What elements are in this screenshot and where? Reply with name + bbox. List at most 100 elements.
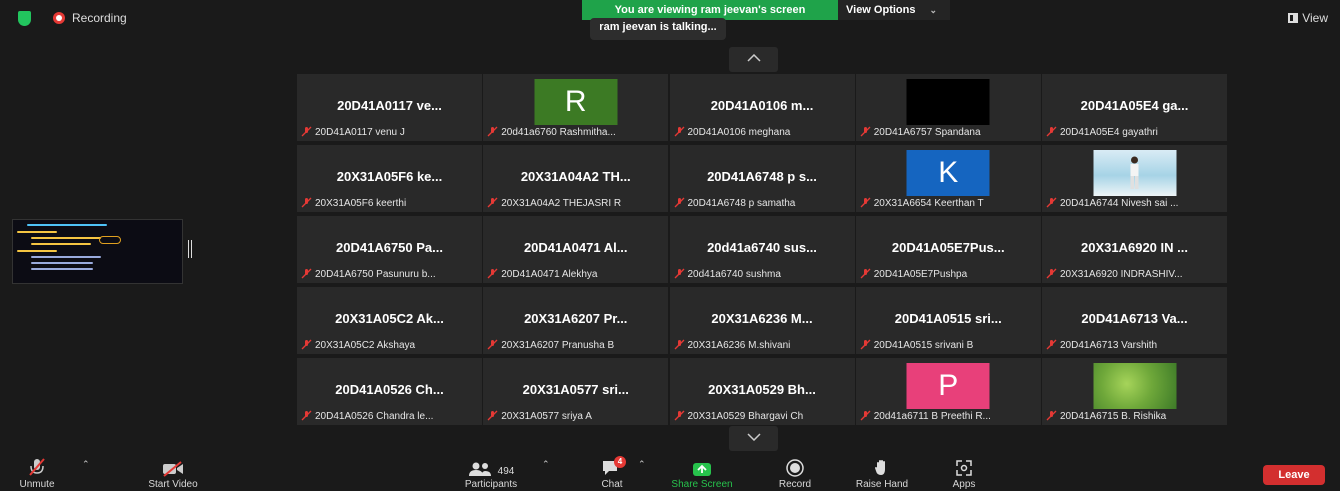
- participant-name: 20D41A0117 venu J: [301, 126, 480, 138]
- mic-muted-icon: [674, 339, 684, 350]
- shared-screen-thumbnail[interactable]: [12, 219, 183, 284]
- start-video-button[interactable]: Start Video: [140, 455, 206, 490]
- participant-tile[interactable]: 20D41A0471 Al... 20D41A0471 Alekhya: [483, 216, 669, 283]
- participant-avatar: R: [534, 79, 618, 125]
- participant-tile[interactable]: R 20d41a6760 Rashmitha...: [483, 74, 669, 141]
- participant-title: 20D41A6713 Va...: [1081, 311, 1188, 326]
- recording-label[interactable]: Recording: [72, 11, 127, 25]
- mic-muted-icon: [860, 126, 871, 137]
- participant-tile[interactable]: 20D41A05E4 ga... 20D41A05E4 gayathri: [1042, 74, 1227, 141]
- participant-tile[interactable]: 20D41A0515 sri... 20D41A0515 srivani B: [855, 287, 1041, 354]
- participant-tile[interactable]: 20D41A6757 Spandana: [855, 74, 1041, 141]
- participant-name: 20d41a6760 Rashmitha...: [487, 126, 666, 138]
- mic-muted-icon: [301, 126, 312, 137]
- view-button[interactable]: View: [1288, 11, 1328, 25]
- participant-tile[interactable]: 20D41A0526 Ch... 20D41A0526 Chandra le...: [297, 358, 482, 425]
- participant-name: 20D41A05E4 gayathri: [1046, 126, 1225, 138]
- mic-muted-icon: [1046, 410, 1057, 421]
- participant-tile[interactable]: 20X31A6236 M... 20X31A6236 M.shivani: [669, 287, 855, 354]
- record-button[interactable]: Record: [770, 455, 820, 490]
- unmute-button[interactable]: Unmute: [8, 455, 66, 490]
- participant-tile[interactable]: 20X31A04A2 TH... 20X31A04A2 THEJASRI R: [483, 145, 669, 212]
- participant-tile[interactable]: 20D41A6748 p s... 20D41A6748 p samatha: [669, 145, 855, 212]
- participant-tile[interactable]: P 20d41a6711 B Preethi R...: [855, 358, 1041, 425]
- participant-tile[interactable]: 20X31A6920 IN ... 20X31A6920 INDRASHIV...: [1042, 216, 1227, 283]
- chat-caret[interactable]: ⌃: [638, 459, 646, 470]
- participant-name: 20X31A05F6 keerthi: [301, 197, 480, 209]
- view-icon: [1288, 13, 1299, 23]
- participant-tile[interactable]: 20d41a6740 sus... 20d41a6740 sushma: [669, 216, 855, 283]
- meeting-toolbar: Unmute ⌃ Start Video 494 Participants ⌃ …: [0, 455, 1340, 491]
- participant-name: 20X31A6207 Pranusha B: [487, 339, 666, 351]
- participant-title: 20D41A6748 p s...: [707, 169, 817, 184]
- apps-icon: [956, 460, 972, 476]
- participant-name: 20X31A0529 Bhargavi Ch: [674, 410, 853, 422]
- page-up-button[interactable]: [729, 47, 778, 72]
- mic-muted-icon: [860, 410, 871, 421]
- participant-tile[interactable]: 20X31A05C2 Ak... 20X31A05C2 Akshaya: [297, 287, 482, 354]
- chevron-up-icon: [746, 54, 761, 62]
- mic-muted-icon: [29, 458, 45, 476]
- apps-button[interactable]: Apps: [944, 455, 984, 490]
- mic-muted-icon: [674, 410, 684, 421]
- raise-hand-button[interactable]: Raise Hand: [848, 455, 916, 490]
- participant-tile[interactable]: 20D41A6744 Nivesh sai ...: [1042, 145, 1227, 212]
- mic-muted-icon: [1046, 268, 1057, 279]
- participant-tile[interactable]: 20D41A6715 B. Rishika: [1042, 358, 1227, 425]
- participant-avatar: K: [906, 150, 990, 196]
- participant-name: 20X31A6236 M.shivani: [674, 339, 853, 351]
- share-screen-button[interactable]: Share Screen: [664, 455, 740, 490]
- mic-muted-icon: [301, 197, 312, 208]
- participant-title: 20X31A0529 Bh...: [708, 382, 816, 397]
- participant-name: 20X31A6654 Keerthan T: [860, 197, 1039, 209]
- chat-button[interactable]: 4 Chat: [592, 455, 632, 490]
- participant-name: 20X31A05C2 Akshaya: [301, 339, 480, 351]
- participant-tile[interactable]: 20X31A6207 Pr... 20X31A6207 Pranusha B: [483, 287, 669, 354]
- view-options-button[interactable]: View Options ⌄: [838, 0, 950, 20]
- participant-name: 20D41A6713 Varshith: [1046, 339, 1225, 351]
- participant-title: 20D41A0106 m...: [710, 98, 814, 113]
- participants-button[interactable]: 494 Participants: [456, 455, 526, 490]
- mic-muted-icon: [674, 268, 684, 279]
- mic-muted-icon: [1046, 197, 1057, 208]
- participant-title: 20D41A0471 Al...: [523, 240, 628, 255]
- participant-tile[interactable]: 20X31A0529 Bh... 20X31A0529 Bhargavi Ch: [669, 358, 855, 425]
- participant-tile[interactable]: 20D41A6750 Pa... 20D41A6750 Pasunuru b...: [297, 216, 482, 283]
- participant-tile[interactable]: 20X31A05F6 ke... 20X31A05F6 keerthi: [297, 145, 482, 212]
- participant-title: 20X31A6920 IN ...: [1081, 240, 1188, 255]
- participant-photo: [1093, 150, 1176, 196]
- participant-name: 20D41A0106 meghana: [674, 126, 853, 138]
- participant-photo: [1093, 363, 1176, 409]
- participant-tile[interactable]: 20D41A05E7Pus... 20D41A05E7Pushpa: [855, 216, 1041, 283]
- participants-caret[interactable]: ⌃: [542, 459, 550, 470]
- leave-button[interactable]: Leave: [1263, 465, 1325, 485]
- participant-tile[interactable]: 20D41A0106 m... 20D41A0106 meghana: [669, 74, 855, 141]
- page-down-button[interactable]: [729, 426, 778, 451]
- chat-badge: 4: [614, 456, 626, 468]
- audio-options-caret[interactable]: ⌃: [82, 459, 90, 470]
- participant-tile[interactable]: K 20X31A6654 Keerthan T: [855, 145, 1041, 212]
- mic-muted-icon: [1046, 339, 1057, 350]
- person-figure: [1130, 156, 1139, 189]
- participant-name: 20d41a6740 sushma: [674, 268, 853, 280]
- mic-muted-icon: [301, 339, 312, 350]
- participant-title: 20D41A0515 sri...: [894, 311, 1002, 326]
- participant-title: 20X31A05F6 ke...: [336, 169, 443, 184]
- participant-title: 20X31A6236 M...: [711, 311, 813, 326]
- recording-icon: [53, 12, 65, 24]
- resize-handle[interactable]: [188, 240, 192, 258]
- participant-name: 20X31A04A2 THEJASRI R: [487, 197, 666, 209]
- participant-grid: 20D41A0117 ve... 20D41A0117 venu J R 20d41…: [297, 74, 1227, 425]
- mic-muted-icon: [1046, 126, 1057, 137]
- view-label: View: [1302, 11, 1328, 25]
- raise-hand-icon: [875, 460, 885, 475]
- participant-title: 20D41A0117 ve...: [337, 98, 442, 113]
- participant-name: 20d41a6711 B Preethi R...: [860, 410, 1039, 422]
- shield-icon[interactable]: [18, 11, 31, 26]
- participant-tile[interactable]: 20X31A0577 sri... 20X31A0577 sriya A: [483, 358, 669, 425]
- participant-tile[interactable]: 20D41A0117 ve... 20D41A0117 venu J: [297, 74, 482, 141]
- participant-tile[interactable]: 20D41A6713 Va... 20D41A6713 Varshith: [1042, 287, 1227, 354]
- mic-muted-icon: [860, 197, 871, 208]
- participant-title: 20X31A6207 Pr...: [524, 311, 628, 326]
- participant-name: 20D41A6748 p samatha: [674, 197, 853, 209]
